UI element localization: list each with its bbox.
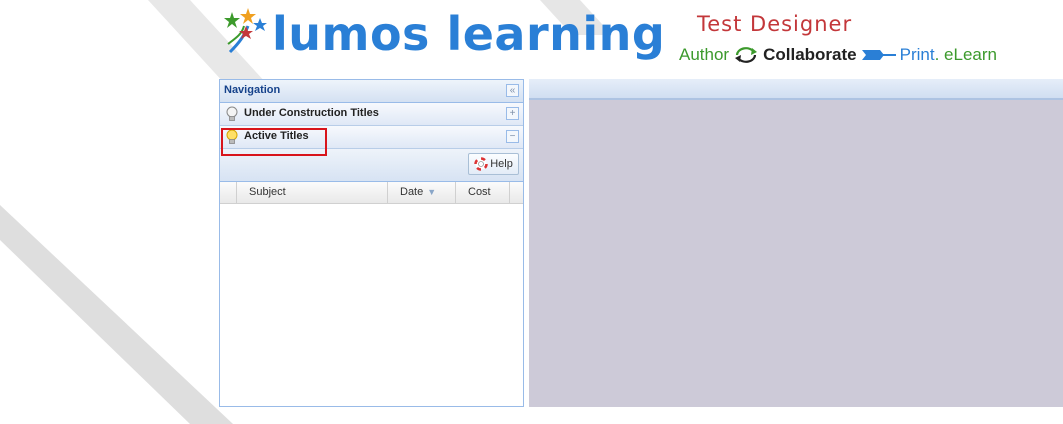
tagline-author: Author: [679, 45, 730, 64]
highlight-box: [221, 128, 327, 156]
grid-body: [220, 204, 523, 404]
navigation-title: Navigation: [224, 84, 281, 96]
tagline: Author Collaborate Print . eLearn: [679, 44, 997, 66]
column-cost[interactable]: Cost: [456, 182, 510, 203]
column-label: Cost: [468, 186, 491, 198]
grid-header: Subject Date ▼ Cost: [220, 182, 523, 204]
navigation-header: Navigation «: [220, 80, 523, 103]
tagline-elearn: . eLearn: [934, 45, 997, 64]
tagline-print: Print: [899, 45, 935, 64]
stars-logo-icon: [224, 8, 267, 54]
content-area: [529, 79, 1063, 407]
tagline-collaborate: Collaborate: [763, 45, 857, 64]
section-label: Under Construction Titles: [244, 107, 379, 119]
column-label: Subject: [249, 186, 286, 198]
app-header: lumos learning Test Designer Author Coll…: [0, 0, 1063, 74]
column-date[interactable]: Date ▼: [388, 182, 456, 203]
refresh-cycle-icon: [735, 47, 758, 63]
lifebuoy-icon: [474, 157, 488, 171]
collapse-panel-button[interactable]: «: [506, 84, 519, 97]
collapse-section-button[interactable]: −: [506, 130, 519, 143]
help-label: Help: [490, 158, 513, 170]
lightbulb-icon: [226, 106, 238, 121]
section-under-construction-titles[interactable]: Under Construction Titles +: [220, 103, 523, 126]
content-tabbar: [529, 79, 1063, 100]
product-title: Test Designer: [697, 12, 853, 36]
sort-desc-icon: ▼: [427, 187, 437, 197]
help-button[interactable]: Help: [468, 153, 519, 175]
arrow-icon: [861, 50, 896, 60]
column-blank: [220, 182, 237, 203]
expand-section-button[interactable]: +: [506, 107, 519, 120]
column-label: Date: [400, 186, 424, 198]
logo-text: lumos learning: [272, 7, 666, 61]
column-subject[interactable]: Subject: [237, 182, 388, 203]
